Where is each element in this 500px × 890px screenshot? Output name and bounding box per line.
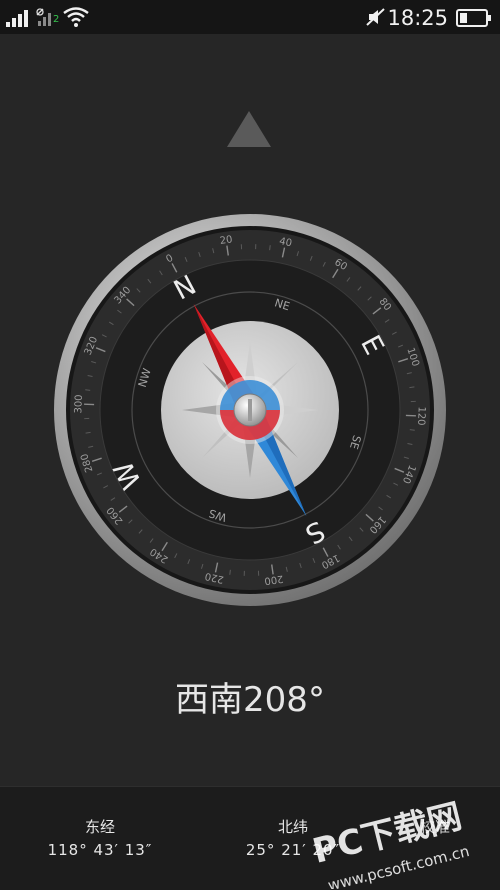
- tick-mark: [86, 432, 91, 433]
- compass-dial[interactable]: 0204060801001201401601802002202402602803…: [0, 0, 500, 889]
- longitude: 东经 118° 43′ 13″: [25, 816, 175, 859]
- tick-mark: [410, 430, 415, 431]
- longitude-value: 118° 43′ 13″: [25, 841, 175, 859]
- degree-label: 300: [73, 394, 85, 413]
- tick-mark: [270, 245, 271, 250]
- watermark-logo: PC下载网 www.pcsoft.com.cn: [300, 780, 500, 889]
- degree-label: 120: [415, 406, 427, 425]
- tick-mark: [85, 390, 90, 391]
- longitude-label: 东经: [25, 816, 175, 837]
- degree-label: 20: [219, 234, 233, 247]
- bearing-readout: 西南208°: [0, 672, 500, 721]
- tick-mark: [409, 387, 414, 388]
- tick-mark: [230, 570, 231, 575]
